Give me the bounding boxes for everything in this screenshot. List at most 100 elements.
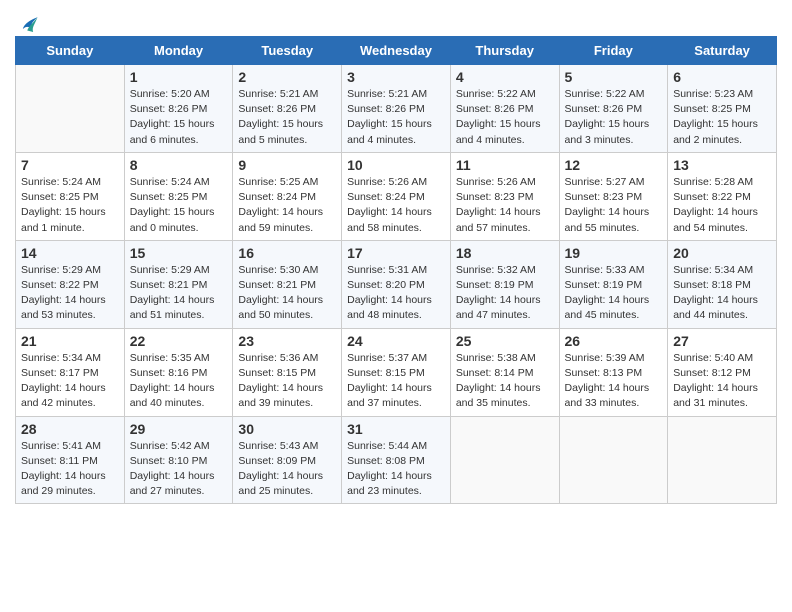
day-number: 8 bbox=[130, 157, 228, 173]
calendar-cell bbox=[450, 416, 559, 504]
day-number: 18 bbox=[456, 245, 554, 261]
day-number: 10 bbox=[347, 157, 445, 173]
day-header-sunday: Sunday bbox=[16, 37, 125, 65]
day-header-saturday: Saturday bbox=[668, 37, 777, 65]
calendar-cell: 16 Sunrise: 5:30 AM Sunset: 8:21 PM Dayli… bbox=[233, 240, 342, 328]
day-header-monday: Monday bbox=[124, 37, 233, 65]
day-number: 29 bbox=[130, 421, 228, 437]
calendar-cell bbox=[668, 416, 777, 504]
calendar-cell: 28 Sunrise: 5:41 AM Sunset: 8:11 PM Dayli… bbox=[16, 416, 125, 504]
calendar-cell: 10 Sunrise: 5:26 AM Sunset: 8:24 PM Dayli… bbox=[342, 152, 451, 240]
calendar-cell: 24 Sunrise: 5:37 AM Sunset: 8:15 PM Dayli… bbox=[342, 328, 451, 416]
cell-info: Sunrise: 5:44 AM Sunset: 8:08 PM Dayligh… bbox=[347, 439, 445, 500]
calendar-cell: 5 Sunrise: 5:22 AM Sunset: 8:26 PM Daylig… bbox=[559, 65, 668, 153]
day-header-wednesday: Wednesday bbox=[342, 37, 451, 65]
day-number: 26 bbox=[565, 333, 663, 349]
calendar-cell bbox=[16, 65, 125, 153]
day-number: 28 bbox=[21, 421, 119, 437]
cell-info: Sunrise: 5:28 AM Sunset: 8:22 PM Dayligh… bbox=[673, 175, 771, 236]
calendar-cell: 27Sunrise: 5:40 AM Sunset: 8:12 PM Dayli… bbox=[668, 328, 777, 416]
calendar-cell: 19 Sunrise: 5:33 AM Sunset: 8:19 PM Dayli… bbox=[559, 240, 668, 328]
calendar-table: SundayMondayTuesdayWednesdayThursdayFrid… bbox=[15, 36, 777, 504]
calendar-cell: 6 Sunrise: 5:23 AM Sunset: 8:25 PM Daylig… bbox=[668, 65, 777, 153]
header bbox=[15, 10, 777, 32]
calendar-cell: 15 Sunrise: 5:29 AM Sunset: 8:21 PM Dayli… bbox=[124, 240, 233, 328]
week-row-1: 1 Sunrise: 5:20 AM Sunset: 8:26 PM Daylig… bbox=[16, 65, 777, 153]
calendar-cell: 7 Sunrise: 5:24 AM Sunset: 8:25 PM Daylig… bbox=[16, 152, 125, 240]
day-number: 5 bbox=[565, 69, 663, 85]
cell-info: Sunrise: 5:30 AM Sunset: 8:21 PM Dayligh… bbox=[238, 263, 336, 324]
cell-info: Sunrise: 5:24 AM Sunset: 8:25 PM Dayligh… bbox=[130, 175, 228, 236]
day-number: 11 bbox=[456, 157, 554, 173]
logo-bird-icon bbox=[17, 14, 39, 36]
cell-info: Sunrise: 5:37 AM Sunset: 8:15 PM Dayligh… bbox=[347, 351, 445, 412]
cell-info: Sunrise: 5:26 AM Sunset: 8:24 PM Dayligh… bbox=[347, 175, 445, 236]
week-row-5: 28 Sunrise: 5:41 AM Sunset: 8:11 PM Dayli… bbox=[16, 416, 777, 504]
day-number: 23 bbox=[238, 333, 336, 349]
calendar-cell: 26 Sunrise: 5:39 AM Sunset: 8:13 PM Dayli… bbox=[559, 328, 668, 416]
cell-info: Sunrise: 5:21 AM Sunset: 8:26 PM Dayligh… bbox=[238, 87, 336, 148]
cell-info: Sunrise: 5:35 AM Sunset: 8:16 PM Dayligh… bbox=[130, 351, 228, 412]
day-number: 25 bbox=[456, 333, 554, 349]
cell-info: Sunrise: 5:29 AM Sunset: 8:21 PM Dayligh… bbox=[130, 263, 228, 324]
day-number: 16 bbox=[238, 245, 336, 261]
calendar-cell bbox=[559, 416, 668, 504]
day-number: 19 bbox=[565, 245, 663, 261]
logo bbox=[15, 14, 39, 32]
cell-info: Sunrise: 5:27 AM Sunset: 8:23 PM Dayligh… bbox=[565, 175, 663, 236]
cell-info: Sunrise: 5:36 AM Sunset: 8:15 PM Dayligh… bbox=[238, 351, 336, 412]
day-number: 24 bbox=[347, 333, 445, 349]
calendar-cell: 25 Sunrise: 5:38 AM Sunset: 8:14 PM Dayli… bbox=[450, 328, 559, 416]
cell-info: Sunrise: 5:33 AM Sunset: 8:19 PM Dayligh… bbox=[565, 263, 663, 324]
cell-info: Sunrise: 5:34 AM Sunset: 8:18 PM Dayligh… bbox=[673, 263, 771, 324]
cell-info: Sunrise: 5:32 AM Sunset: 8:19 PM Dayligh… bbox=[456, 263, 554, 324]
day-number: 21 bbox=[21, 333, 119, 349]
cell-info: Sunrise: 5:20 AM Sunset: 8:26 PM Dayligh… bbox=[130, 87, 228, 148]
day-number: 22 bbox=[130, 333, 228, 349]
calendar-cell: 12 Sunrise: 5:27 AM Sunset: 8:23 PM Dayli… bbox=[559, 152, 668, 240]
days-header-row: SundayMondayTuesdayWednesdayThursdayFrid… bbox=[16, 37, 777, 65]
day-header-tuesday: Tuesday bbox=[233, 37, 342, 65]
cell-info: Sunrise: 5:43 AM Sunset: 8:09 PM Dayligh… bbox=[238, 439, 336, 500]
day-number: 9 bbox=[238, 157, 336, 173]
day-header-friday: Friday bbox=[559, 37, 668, 65]
cell-info: Sunrise: 5:26 AM Sunset: 8:23 PM Dayligh… bbox=[456, 175, 554, 236]
calendar-cell: 20Sunrise: 5:34 AM Sunset: 8:18 PM Dayli… bbox=[668, 240, 777, 328]
calendar-cell: 21Sunrise: 5:34 AM Sunset: 8:17 PM Dayli… bbox=[16, 328, 125, 416]
calendar-cell: 4 Sunrise: 5:22 AM Sunset: 8:26 PM Daylig… bbox=[450, 65, 559, 153]
day-number: 6 bbox=[673, 69, 771, 85]
cell-info: Sunrise: 5:40 AM Sunset: 8:12 PM Dayligh… bbox=[673, 351, 771, 412]
cell-info: Sunrise: 5:39 AM Sunset: 8:13 PM Dayligh… bbox=[565, 351, 663, 412]
cell-info: Sunrise: 5:23 AM Sunset: 8:25 PM Dayligh… bbox=[673, 87, 771, 148]
cell-info: Sunrise: 5:29 AM Sunset: 8:22 PM Dayligh… bbox=[21, 263, 119, 324]
calendar-cell: 13Sunrise: 5:28 AM Sunset: 8:22 PM Dayli… bbox=[668, 152, 777, 240]
day-number: 31 bbox=[347, 421, 445, 437]
calendar-cell: 14Sunrise: 5:29 AM Sunset: 8:22 PM Dayli… bbox=[16, 240, 125, 328]
day-number: 12 bbox=[565, 157, 663, 173]
week-row-4: 21Sunrise: 5:34 AM Sunset: 8:17 PM Dayli… bbox=[16, 328, 777, 416]
day-number: 15 bbox=[130, 245, 228, 261]
calendar-cell: 17Sunrise: 5:31 AM Sunset: 8:20 PM Dayli… bbox=[342, 240, 451, 328]
cell-info: Sunrise: 5:25 AM Sunset: 8:24 PM Dayligh… bbox=[238, 175, 336, 236]
calendar-cell: 31 Sunrise: 5:44 AM Sunset: 8:08 PM Dayli… bbox=[342, 416, 451, 504]
week-row-2: 7 Sunrise: 5:24 AM Sunset: 8:25 PM Daylig… bbox=[16, 152, 777, 240]
calendar-cell: 2 Sunrise: 5:21 AM Sunset: 8:26 PM Daylig… bbox=[233, 65, 342, 153]
calendar-cell: 9 Sunrise: 5:25 AM Sunset: 8:24 PM Daylig… bbox=[233, 152, 342, 240]
day-number: 2 bbox=[238, 69, 336, 85]
cell-info: Sunrise: 5:22 AM Sunset: 8:26 PM Dayligh… bbox=[456, 87, 554, 148]
day-number: 3 bbox=[347, 69, 445, 85]
week-row-3: 14Sunrise: 5:29 AM Sunset: 8:22 PM Dayli… bbox=[16, 240, 777, 328]
calendar-cell: 22 Sunrise: 5:35 AM Sunset: 8:16 PM Dayli… bbox=[124, 328, 233, 416]
calendar-cell: 11 Sunrise: 5:26 AM Sunset: 8:23 PM Dayli… bbox=[450, 152, 559, 240]
calendar-cell: 18 Sunrise: 5:32 AM Sunset: 8:19 PM Dayli… bbox=[450, 240, 559, 328]
cell-info: Sunrise: 5:24 AM Sunset: 8:25 PM Dayligh… bbox=[21, 175, 119, 236]
day-number: 1 bbox=[130, 69, 228, 85]
cell-info: Sunrise: 5:38 AM Sunset: 8:14 PM Dayligh… bbox=[456, 351, 554, 412]
cell-info: Sunrise: 5:21 AM Sunset: 8:26 PM Dayligh… bbox=[347, 87, 445, 148]
day-number: 7 bbox=[21, 157, 119, 173]
cell-info: Sunrise: 5:41 AM Sunset: 8:11 PM Dayligh… bbox=[21, 439, 119, 500]
calendar-cell: 29Sunrise: 5:42 AM Sunset: 8:10 PM Dayli… bbox=[124, 416, 233, 504]
calendar-cell: 1 Sunrise: 5:20 AM Sunset: 8:26 PM Daylig… bbox=[124, 65, 233, 153]
day-number: 4 bbox=[456, 69, 554, 85]
cell-info: Sunrise: 5:22 AM Sunset: 8:26 PM Dayligh… bbox=[565, 87, 663, 148]
